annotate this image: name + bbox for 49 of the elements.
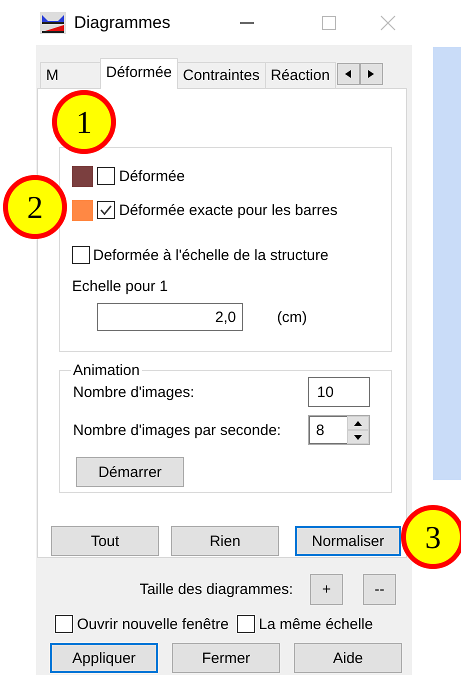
checkbox[interactable] [97,201,115,219]
checkbox[interactable] [72,246,90,264]
button[interactable]: Rien [171,526,279,556]
button[interactable]: Tout [51,526,159,556]
button[interactable]: -- [363,574,396,605]
window-title: Diagrammes [74,12,170,32]
button[interactable]: Appliquer [50,643,158,673]
scale-input[interactable]: 2,0 [97,303,243,331]
down-triangle-icon [354,434,362,440]
checkbox-label: Deformée à l'échelle de la structure [93,246,328,264]
checkbox[interactable] [97,167,115,185]
checkbox[interactable] [236,615,255,633]
tab[interactable]: M [40,62,101,88]
maximize-icon [322,16,336,30]
checkbox-label: La même échelle [258,616,373,632]
callout-badge: 3 [401,505,461,569]
scroll-right-button[interactable] [360,63,383,85]
button[interactable]: Fermer [172,643,280,673]
spin-box[interactable]: 8 [308,415,370,445]
number-input[interactable]: 10 [308,377,370,407]
button[interactable]: Normaliser [295,526,401,556]
field-label: Nombre d'images: [73,384,196,400]
callout-badge: 2 [3,175,67,239]
color-swatch[interactable] [72,200,93,220]
scale-label: Echelle pour 1 [72,278,169,295]
checkbox-label: Déformée exacte pour les barres [119,202,338,218]
minimize-icon [240,22,254,24]
scroll-left-button[interactable] [336,63,360,85]
checkbox-label: Ouvrir nouvelle fenêtre [77,616,229,632]
close-icon [380,14,396,30]
spin-up-button[interactable] [347,416,369,430]
checkbox[interactable] [55,615,73,633]
button[interactable]: Démarrer [76,457,184,487]
tab[interactable]: Déformée [100,58,178,89]
check-icon [99,203,113,217]
color-swatch[interactable] [72,166,93,186]
right-triangle-icon [368,70,374,78]
app-icon [40,12,66,34]
checkbox-label: Déformée [119,168,185,184]
button[interactable]: Aide [294,643,402,673]
tab[interactable]: Réaction [264,62,336,88]
left-triangle-icon [345,70,352,78]
group-title: Animation [72,362,141,379]
size-label: Taille des diagrammes: [140,581,293,598]
spin-down-button[interactable] [347,430,369,444]
unit-label: (cm) [277,308,307,326]
up-triangle-icon [354,420,362,426]
field-label: Nombre d'images par seconde: [73,422,282,438]
button[interactable]: + [310,574,343,605]
